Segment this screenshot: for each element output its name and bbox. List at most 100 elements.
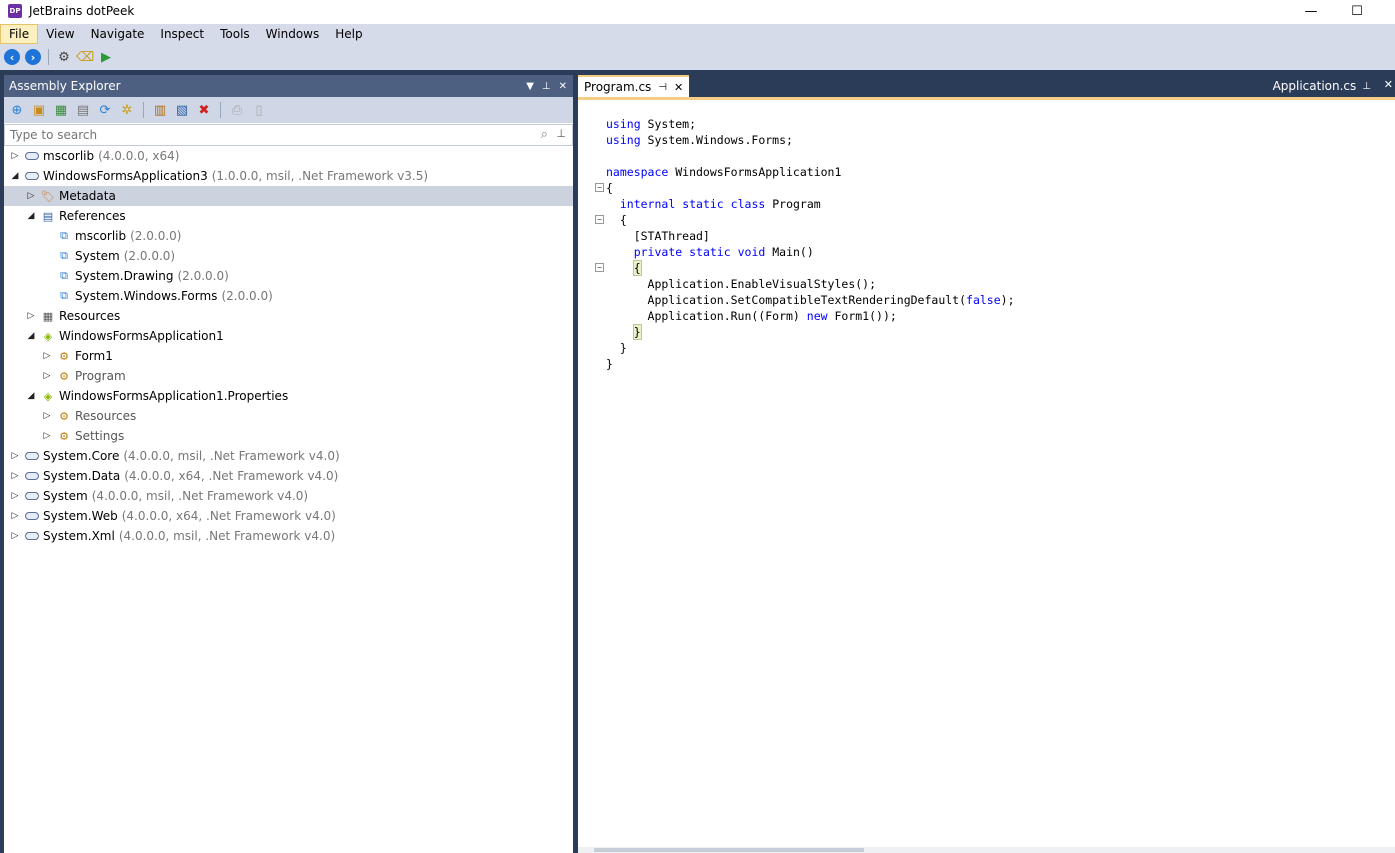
tree-item[interactable]: ▷ ⚙ Settings — [4, 426, 573, 446]
scrollbar-thumb[interactable] — [594, 848, 864, 852]
code-keyword: using — [606, 117, 641, 131]
assembly-list-icon[interactable]: ▥ — [152, 102, 168, 118]
collapse-icon[interactable]: ◢ — [26, 331, 36, 341]
close-icon[interactable]: ✕ — [1384, 78, 1393, 91]
fold-icon[interactable]: − — [595, 263, 604, 272]
code-area[interactable]: using System; using System.Windows.Forms;… — [578, 100, 1395, 372]
tree-item[interactable]: ▷ System.Xml (4.0.0.0, msil, .Net Framewor… — [4, 526, 573, 546]
save-list-icon[interactable]: ▧ — [174, 102, 190, 118]
assembly-icon — [24, 168, 40, 184]
back-icon[interactable]: ‹ — [4, 49, 20, 65]
tree-item[interactable]: ◢ ▤ References — [4, 206, 573, 226]
menu-tools[interactable]: Tools — [212, 24, 258, 44]
tree-item[interactable]: ⧉ System (2.0.0.0) — [4, 246, 573, 266]
tree-item-version: (2.0.0.0) — [123, 249, 176, 263]
expand-icon[interactable]: ▷ — [10, 491, 20, 501]
expand-icon[interactable]: ▷ — [42, 351, 52, 361]
tree-item[interactable]: ◢ ◈ WindowsFormsApplication1 — [4, 326, 573, 346]
export-project-icon[interactable]: ⎙ — [229, 102, 245, 118]
minimize-button[interactable]: — — [1288, 0, 1334, 22]
search-icon[interactable]: ⌕ — [541, 127, 548, 142]
fold-icon[interactable]: − — [595, 215, 604, 224]
menu-view[interactable]: View — [38, 24, 82, 44]
expand-icon[interactable]: ▷ — [10, 511, 20, 521]
code-line: [STAThread] — [578, 228, 1395, 244]
expand-icon[interactable]: ▷ — [10, 451, 20, 461]
tree-item[interactable]: ▷ mscorlib (4.0.0.0, x64) — [4, 146, 573, 166]
expand-icon[interactable]: ▷ — [26, 311, 36, 321]
code-token: System.Windows.Forms; — [640, 133, 793, 147]
forward-icon[interactable]: › — [25, 49, 41, 65]
pin-icon[interactable]: ⊥ — [542, 81, 551, 92]
assembly-tree: ▷ mscorlib (4.0.0.0, x64) ◢ WindowsFormsAppl… — [4, 146, 573, 546]
settings-icon[interactable]: ⚙ — [56, 49, 72, 65]
editor-tab-strip: Program.cs ⊣ ✕ Application.cs ⊥ ✕ — [578, 75, 1395, 97]
explore-process-icon[interactable]: ⟳ — [97, 102, 113, 118]
expand-icon[interactable]: ▷ — [26, 191, 36, 201]
tab-label: Application.cs — [1272, 79, 1357, 93]
tree-item[interactable]: ▷ 🏷 Metadata — [4, 186, 573, 206]
class-icon: ⚙ — [59, 429, 69, 443]
find-usages-icon[interactable]: ⌫ — [76, 49, 94, 65]
dropdown-icon[interactable]: ▼ — [526, 81, 534, 92]
tree-item[interactable]: ▷ ⚙ Resources — [4, 406, 573, 426]
toolbar-separator — [143, 102, 144, 118]
tree-item[interactable]: ▷ ▦ Resources — [4, 306, 573, 326]
collapse-icon[interactable]: ◢ — [26, 211, 36, 221]
expand-icon[interactable]: ▷ — [10, 531, 20, 541]
toolbar-separator — [220, 102, 221, 118]
tab-application-cs[interactable]: Application.cs ⊥ — [1273, 75, 1371, 97]
tree-item-label: References — [59, 209, 126, 223]
collapse-icon[interactable]: ◢ — [10, 171, 20, 181]
tree-item[interactable]: ▷ System.Data (4.0.0.0, x64, .Net Framewor… — [4, 466, 573, 486]
code-token: } — [632, 324, 642, 340]
open-assembly-icon[interactable]: ⊕ — [9, 102, 25, 118]
expand-icon[interactable]: ▷ — [10, 471, 20, 481]
tree-item[interactable]: ▷ ⚙ Form1 — [4, 346, 573, 366]
expand-icon[interactable]: ▷ — [42, 431, 52, 441]
tree-item[interactable]: ⧉ mscorlib (2.0.0.0) — [4, 226, 573, 246]
menu-help[interactable]: Help — [327, 24, 370, 44]
tab-program-cs[interactable]: Program.cs ⊣ ✕ — [578, 75, 690, 97]
open-folder-icon[interactable]: ▣ — [31, 102, 47, 118]
remove-icon[interactable]: ✖ — [196, 102, 212, 118]
menu-inspect[interactable]: Inspect — [152, 24, 212, 44]
tree-item[interactable]: ⧉ System.Windows.Forms (2.0.0.0) — [4, 286, 573, 306]
collapse-icon[interactable]: ◢ — [26, 391, 36, 401]
pin-tab-icon[interactable]: ⊥ — [1362, 81, 1371, 92]
tree-item[interactable]: ◢ WindowsFormsApplication3 (1.0.0.0, msil,… — [4, 166, 573, 186]
run-icon[interactable]: ▶ — [98, 49, 114, 65]
expand-icon[interactable]: ▷ — [42, 411, 52, 421]
expand-icon[interactable]: ▷ — [42, 371, 52, 381]
assembly-explorer-header: Assembly Explorer ▼ ⊥ ✕ — [4, 75, 573, 97]
close-tab-icon[interactable]: ✕ — [674, 81, 683, 94]
menu-navigate[interactable]: Navigate — [83, 24, 153, 44]
menu-windows[interactable]: Windows — [258, 24, 328, 44]
maximize-button[interactable]: ☐ — [1334, 0, 1380, 22]
tree-item[interactable]: ▷ System.Web (4.0.0.0, x64, .Net Framework… — [4, 506, 573, 526]
pdb-icon[interactable]: ▯ — [251, 102, 267, 118]
resources-icon: ▦ — [42, 309, 54, 323]
tree-item[interactable]: ▷ System (4.0.0.0, msil, .Net Framework v4… — [4, 486, 573, 506]
code-keyword: using — [606, 133, 641, 147]
title-bar: DP JetBrains dotPeek — ☐ — [0, 0, 1395, 22]
pin-icon[interactable]: ⊥ — [556, 127, 566, 140]
tree-item[interactable]: ◢ ◈ WindowsFormsApplication1.Properties — [4, 386, 573, 406]
open-from-gac-icon[interactable]: ▦ — [53, 102, 69, 118]
search-input[interactable] — [10, 128, 510, 142]
toolbar-separator — [48, 49, 49, 65]
expand-icon[interactable]: ▷ — [10, 151, 20, 161]
menu-file[interactable]: File — [0, 24, 39, 44]
tree-item[interactable]: ▷ System.Core (4.0.0.0, msil, .Net Framewo… — [4, 446, 573, 466]
tree-item[interactable]: ⧉ System.Drawing (2.0.0.0) — [4, 266, 573, 286]
close-icon[interactable]: ✕ — [559, 81, 567, 92]
fold-icon[interactable]: − — [595, 183, 604, 192]
open-nuget-icon[interactable]: ▤ — [75, 102, 91, 118]
pin-tab-icon[interactable]: ⊣ — [658, 82, 667, 93]
symbol-server-icon[interactable]: ✲ — [119, 102, 135, 118]
tree-item[interactable]: ▷ ⚙ Program — [4, 366, 573, 386]
horizontal-scrollbar[interactable] — [578, 847, 1395, 853]
tab-label: Program.cs — [584, 80, 652, 94]
